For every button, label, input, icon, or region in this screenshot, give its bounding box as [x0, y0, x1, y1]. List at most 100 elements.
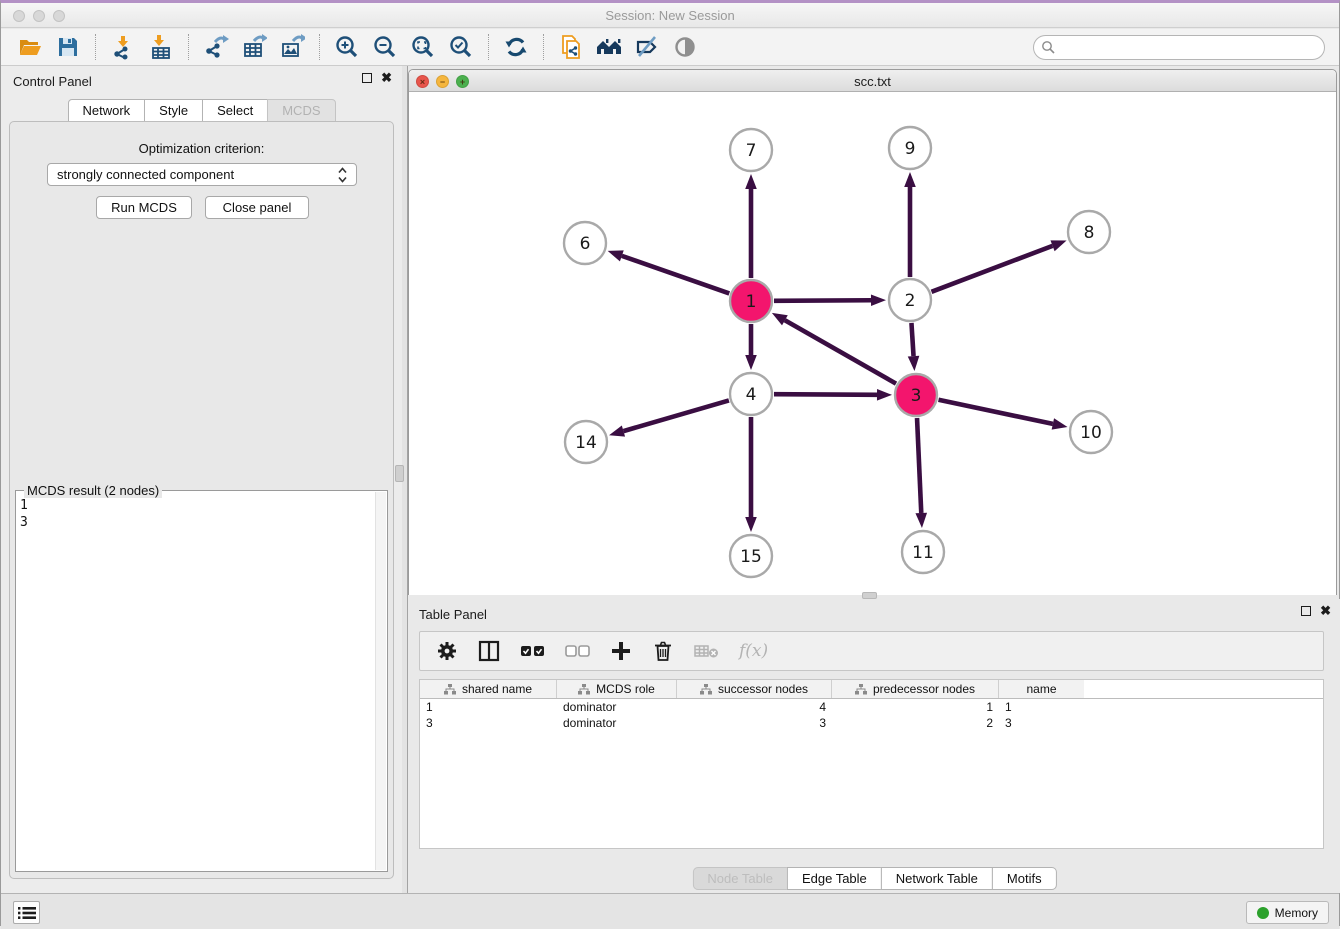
close-table-panel-icon[interactable]: ✖ — [1320, 606, 1331, 616]
graph-node-14[interactable]: 14 — [565, 421, 607, 463]
network-canvas[interactable]: 1 2 3 4 6 7 8 9 10 11 14 15 — [409, 92, 1336, 595]
toolbar-separator — [543, 34, 544, 60]
edge-4-3[interactable] — [774, 394, 877, 395]
graph-node-10[interactable]: 10 — [1070, 411, 1112, 453]
table-splitter-grip[interactable] — [862, 592, 877, 599]
save-session-button[interactable] — [52, 32, 84, 62]
task-list-icon — [18, 906, 36, 920]
node-label: 15 — [740, 547, 762, 567]
node-label: 2 — [905, 291, 916, 311]
table-settings-button[interactable] — [436, 640, 458, 662]
column-header-MCDS-role[interactable]: MCDS role — [557, 680, 677, 698]
deselect-all-button[interactable] — [565, 643, 591, 659]
zoom-fit-button[interactable] — [407, 32, 439, 62]
edge-2-8[interactable] — [932, 246, 1053, 292]
clone-network-button[interactable] — [555, 32, 587, 62]
tab-mcds[interactable]: MCDS — [267, 99, 335, 122]
import-table-button[interactable] — [145, 32, 177, 62]
panel-splitter-grip[interactable] — [395, 465, 404, 482]
edge-arrowhead — [745, 174, 757, 189]
memory-button[interactable]: Memory — [1246, 901, 1329, 924]
fx-icon: f(x) — [739, 641, 768, 661]
control-panel-header: Control Panel ✖ — [1, 66, 402, 96]
delete-columns-button[interactable] — [694, 642, 720, 660]
edge-3-10[interactable] — [939, 400, 1053, 424]
edge-arrowhead — [608, 250, 624, 261]
application-window: Session: New Session — [0, 0, 1340, 926]
table-tab-network-table[interactable]: Network Table — [881, 867, 993, 890]
criterion-select[interactable]: strongly connected component — [47, 163, 357, 186]
table-row[interactable]: 3dominator323 — [420, 715, 1323, 731]
tab-network[interactable]: Network — [67, 99, 145, 122]
table-panel-title: Table Panel — [419, 607, 487, 622]
edge-arrowhead — [877, 389, 892, 401]
edge-3-11[interactable] — [917, 418, 921, 513]
float-table-panel-icon[interactable] — [1301, 606, 1311, 616]
edge-3-1[interactable] — [785, 320, 896, 383]
zoom-selected-button[interactable] — [445, 32, 477, 62]
toolbar-separator — [95, 34, 96, 60]
edge-1-6[interactable] — [622, 256, 729, 294]
function-builder-button[interactable]: f(x) — [739, 641, 768, 661]
export-table-button[interactable] — [238, 32, 270, 62]
tab-style[interactable]: Style — [144, 99, 203, 122]
run-mcds-button[interactable]: Run MCDS — [96, 196, 192, 219]
show-columns-button[interactable] — [477, 639, 501, 663]
graph-node-4[interactable]: 4 — [730, 373, 772, 415]
column-header-successor-nodes[interactable]: successor nodes — [677, 680, 832, 698]
graph-node-9[interactable]: 9 — [889, 127, 931, 169]
export-image-button[interactable] — [276, 32, 308, 62]
table-tab-node-table[interactable]: Node Table — [692, 867, 788, 890]
close-panel-icon[interactable]: ✖ — [381, 73, 392, 83]
main-toolbar — [1, 29, 1339, 66]
optimization-criterion-label: Optimization criterion: — [10, 141, 393, 156]
graph-node-15[interactable]: 15 — [730, 535, 772, 577]
table-row[interactable]: 1dominator411 — [420, 699, 1323, 715]
float-panel-icon[interactable] — [362, 73, 372, 83]
add-row-button[interactable] — [610, 640, 632, 662]
search-input[interactable] — [1033, 35, 1325, 60]
graph-node-7[interactable]: 7 — [730, 129, 772, 171]
table-tab-motifs[interactable]: Motifs — [992, 867, 1057, 890]
toggle-bird-view-button[interactable] — [669, 32, 701, 62]
import-network-button[interactable] — [107, 32, 139, 62]
task-history-button[interactable] — [13, 901, 40, 924]
graph-node-2[interactable]: 2 — [889, 279, 931, 321]
column-header-predecessor-nodes[interactable]: predecessor nodes — [832, 680, 999, 698]
select-all-button[interactable] — [520, 643, 546, 659]
unchecked-boxes-icon — [565, 643, 591, 659]
edge-2-3[interactable] — [911, 323, 913, 356]
node-label: 3 — [911, 386, 922, 406]
graph-node-8[interactable]: 8 — [1068, 211, 1110, 253]
column-type-icon — [578, 684, 590, 695]
edge-1-2[interactable] — [774, 300, 871, 301]
save-icon — [55, 34, 81, 60]
column-header-name[interactable]: name — [999, 680, 1084, 698]
export-network-icon — [203, 34, 229, 60]
node-table[interactable]: shared nameMCDS rolesuccessor nodesprede… — [419, 679, 1324, 849]
network-overview-button[interactable] — [593, 32, 625, 62]
result-scrollbar[interactable] — [375, 492, 386, 870]
table-cell: 1 — [420, 699, 557, 715]
zoom-out-button[interactable] — [369, 32, 401, 62]
column-header-shared-name[interactable]: shared name — [420, 680, 557, 698]
graph-node-6[interactable]: 6 — [564, 222, 606, 264]
graph-node-11[interactable]: 11 — [902, 531, 944, 573]
mcds-result-groupbox: MCDS result (2 nodes) 1 3 — [15, 490, 388, 872]
tab-select[interactable]: Select — [202, 99, 268, 122]
graph-node-3[interactable]: 3 — [895, 374, 937, 416]
export-table-icon — [241, 34, 267, 60]
close-panel-button[interactable]: Close panel — [205, 196, 309, 219]
refresh-icon — [503, 34, 529, 60]
open-session-button[interactable] — [14, 32, 46, 62]
zoom-in-button[interactable] — [331, 32, 363, 62]
export-network-button[interactable] — [200, 32, 232, 62]
edge-4-14[interactable] — [623, 400, 728, 431]
hide-labels-button[interactable] — [631, 32, 663, 62]
edge-arrowhead — [871, 294, 886, 306]
table-tab-edge-table[interactable]: Edge Table — [787, 867, 882, 890]
refresh-network-button[interactable] — [500, 32, 532, 62]
delete-rows-button[interactable] — [651, 639, 675, 663]
graph-node-1[interactable]: 1 — [730, 280, 772, 322]
chevron-updown-icon — [338, 166, 347, 184]
